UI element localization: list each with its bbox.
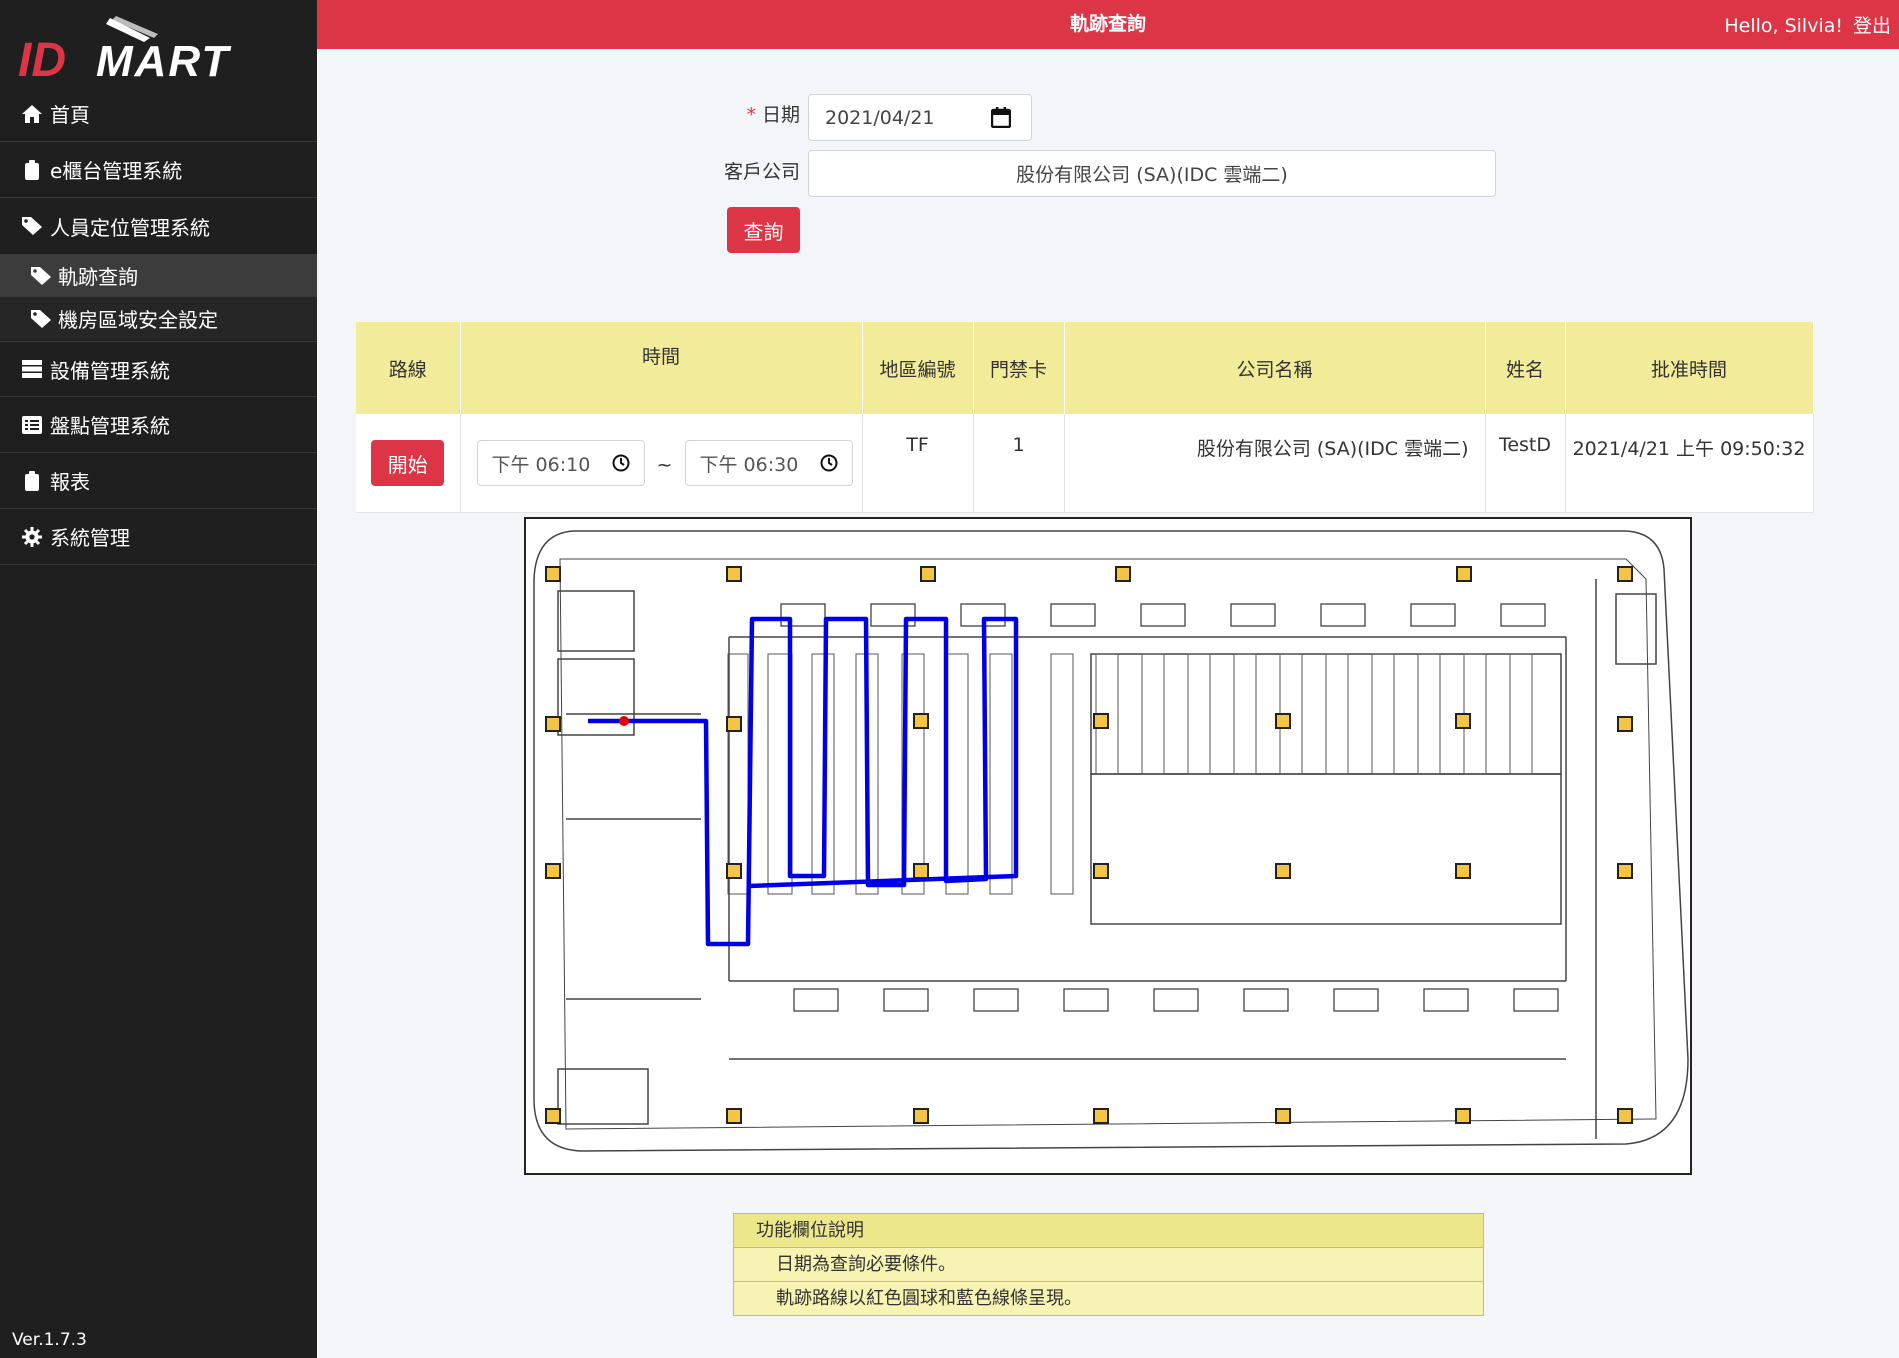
- company-cell: 股份有限公司 (SA)(IDC 雲端二): [1064, 414, 1486, 513]
- time-end-input[interactable]: 下午 06:30: [684, 440, 853, 486]
- date-value: 2021/04/21: [825, 106, 935, 129]
- clock-icon[interactable]: [820, 454, 838, 477]
- access-card-cell: 1: [973, 414, 1065, 513]
- legend-title: 功能欄位說明: [734, 1214, 1483, 1248]
- server-icon: [20, 358, 44, 380]
- sidebar-item-label: 設備管理系統: [50, 358, 170, 383]
- sidebar-item-label: 報表: [50, 470, 90, 494]
- floor-plan-map: [524, 517, 1692, 1175]
- home-icon: [20, 103, 44, 125]
- company-select[interactable]: 股份有限公司 (SA)(IDC 雲端二): [808, 150, 1496, 197]
- ac-units: [780, 603, 1559, 1012]
- start-route-button[interactable]: 開始: [371, 440, 445, 486]
- sidebar-item-reports[interactable]: 報表: [0, 453, 317, 509]
- area-code-cell: TF: [862, 414, 974, 513]
- date-input[interactable]: 2021/04/21: [808, 94, 1032, 141]
- logo-letters-id: ID: [18, 34, 66, 82]
- sidebar-item-e-counter[interactable]: e櫃台管理系統: [0, 142, 317, 198]
- sidebar: ID MART 首頁 e櫃台管理系統 人員定位管理系統 軌跡查詢 機房區域安全設…: [0, 0, 317, 1358]
- time-cell: 下午 06:10 ~ 下午 06:30: [460, 414, 863, 513]
- clipboard-icon: [20, 159, 44, 181]
- sidebar-item-label: 首頁: [50, 103, 90, 127]
- sidebar-item-label: 人員定位管理系統: [50, 215, 210, 240]
- page-title: 軌跡查詢: [1069, 13, 1146, 35]
- sidebar-item-inventory[interactable]: 盤點管理系統: [0, 397, 317, 453]
- table-row: 開始 下午 06:10 ~ 下午 06:30 TF 1 股份有限公司 (SA)(…: [356, 414, 1814, 513]
- result-table: 路線 時間 地區編號 門禁卡 公司名稱 姓名 批准時間 開始 下午 06:10 …: [356, 322, 1814, 513]
- sidebar-item-system[interactable]: 系統管理: [0, 509, 317, 565]
- col-header-company: 公司名稱: [1064, 322, 1486, 414]
- floor-plan-drawing: [533, 530, 1689, 1152]
- search-button[interactable]: 查詢: [727, 207, 800, 253]
- time-start-value: 下午 06:10: [491, 453, 591, 476]
- sidebar-subitem-track-query[interactable]: 軌跡查詢: [0, 254, 317, 297]
- legend-box: 功能欄位說明 日期為查詢必要條件。 軌跡路線以紅色圓球和藍色線條呈現。: [733, 1213, 1484, 1316]
- company-value: 股份有限公司 (SA)(IDC 雲端二): [1016, 164, 1288, 186]
- col-header-name: 姓名: [1485, 322, 1566, 414]
- list-icon: [20, 414, 44, 436]
- top-header: 軌跡查詢 Hello, Silvia! 登出: [317, 0, 1899, 49]
- sidebar-subitem-room-security[interactable]: 機房區域安全設定: [0, 297, 317, 340]
- clipboard-icon: [20, 470, 44, 492]
- idmart-logo[interactable]: ID MART: [18, 16, 298, 82]
- table-header-row: 路線 時間 地區編號 門禁卡 公司名稱 姓名 批准時間: [356, 322, 1814, 414]
- sidebar-item-equipment[interactable]: 設備管理系統: [0, 341, 317, 397]
- sidebar-item-personnel-location[interactable]: 人員定位管理系統: [0, 198, 317, 254]
- time-start-input[interactable]: 下午 06:10: [476, 440, 645, 486]
- col-header-access-card: 門禁卡: [973, 322, 1065, 414]
- col-header-approved-time: 批准時間: [1565, 322, 1814, 414]
- col-header-area-code: 地區編號: [862, 322, 974, 414]
- date-label: * 日期: [746, 104, 800, 126]
- route-cell: 開始: [356, 414, 461, 513]
- clock-icon[interactable]: [612, 454, 630, 477]
- approved-time-cell: 2021/4/21 上午 09:50:32: [1565, 414, 1814, 513]
- col-header-time: 時間: [460, 322, 863, 414]
- tag-icon: [20, 215, 44, 237]
- sidebar-subitem-label: 機房區域安全設定: [58, 308, 218, 332]
- gear-icon: [20, 526, 44, 548]
- time-end-value: 下午 06:30: [699, 453, 799, 476]
- company-label: 客戶公司: [723, 161, 800, 183]
- logout-link[interactable]: 登出: [1853, 0, 1891, 52]
- track-route-line: [588, 616, 1019, 947]
- sidebar-subitem-label: 軌跡查詢: [58, 265, 138, 289]
- user-greeting: Hello, Silvia!: [1724, 15, 1843, 37]
- version-label: Ver.1.7.3: [12, 1330, 87, 1350]
- col-header-route: 路線: [356, 322, 461, 414]
- time-separator: ~: [656, 453, 673, 476]
- required-mark: *: [746, 104, 756, 126]
- tag-icon: [30, 265, 54, 287]
- name-cell: TestD: [1485, 414, 1566, 513]
- sidebar-item-label: e櫃台管理系統: [50, 159, 183, 183]
- logo-letters-mart: MART: [96, 37, 231, 82]
- legend-item: 軌跡路線以紅色圓球和藍色線條呈現。: [734, 1282, 1483, 1315]
- sidebar-item-label: 系統管理: [50, 526, 130, 550]
- legend-item: 日期為查詢必要條件。: [734, 1248, 1483, 1282]
- tag-icon: [30, 308, 54, 330]
- calendar-icon[interactable]: [990, 107, 1012, 133]
- track-point: [619, 716, 629, 726]
- sidebar-item-label: 盤點管理系統: [50, 414, 170, 438]
- sidebar-item-home[interactable]: 首頁: [0, 86, 317, 142]
